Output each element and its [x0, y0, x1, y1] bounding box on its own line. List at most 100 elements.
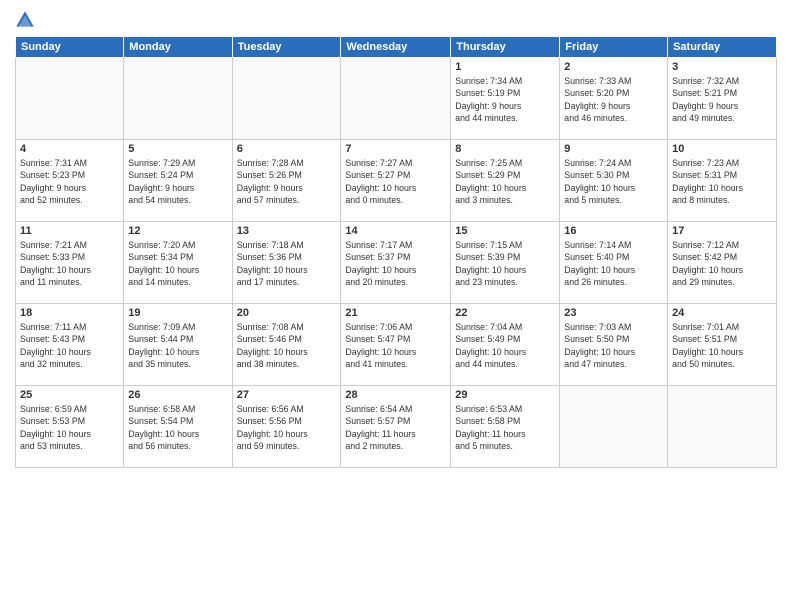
day-info: Sunrise: 7:34 AM Sunset: 5:19 PM Dayligh…: [455, 75, 555, 124]
calendar-body: 1Sunrise: 7:34 AM Sunset: 5:19 PM Daylig…: [16, 58, 777, 468]
day-cell: 28 Sunrise: 6:54 AM Sunset: 5:57 PM Dayli…: [341, 386, 451, 468]
day-info: Sunrise: 7:09 AM Sunset: 5:44 PM Dayligh…: [128, 321, 227, 370]
day-number: 15: [455, 225, 555, 237]
col-header-wednesday: Wednesday: [341, 37, 451, 58]
day-info: Sunrise: 7:03 AM Sunset: 5:50 PM Dayligh…: [564, 321, 663, 370]
day-info: Sunrise: 7:24 AM Sunset: 5:30 PM Dayligh…: [564, 157, 663, 206]
day-cell: 5 Sunrise: 7:29 AM Sunset: 5:24 PM Daylig…: [124, 140, 232, 222]
calendar-table: SundayMondayTuesdayWednesdayThursdayFrid…: [15, 36, 777, 468]
logo-icon: [15, 10, 35, 30]
day-cell: 7 Sunrise: 7:27 AM Sunset: 5:27 PM Daylig…: [341, 140, 451, 222]
day-cell: 15 Sunrise: 7:15 AM Sunset: 5:39 PM Dayli…: [451, 222, 560, 304]
day-number: 29: [455, 389, 555, 401]
day-number: 11: [20, 225, 119, 237]
day-number: 14: [345, 225, 446, 237]
day-number: 2: [564, 61, 663, 73]
day-number: 7: [345, 143, 446, 155]
day-info: Sunrise: 6:58 AM Sunset: 5:54 PM Dayligh…: [128, 403, 227, 452]
day-cell: 2 Sunrise: 7:33 AM Sunset: 5:20 PM Daylig…: [560, 58, 668, 140]
day-cell: 3Sunrise: 7:32 AM Sunset: 5:21 PM Daylig…: [668, 58, 777, 140]
day-number: 23: [564, 307, 663, 319]
day-cell: [124, 58, 232, 140]
header-row: SundayMondayTuesdayWednesdayThursdayFrid…: [16, 37, 777, 58]
day-info: Sunrise: 7:25 AM Sunset: 5:29 PM Dayligh…: [455, 157, 555, 206]
col-header-monday: Monday: [124, 37, 232, 58]
day-cell: 23 Sunrise: 7:03 AM Sunset: 5:50 PM Dayli…: [560, 304, 668, 386]
day-number: 24: [672, 307, 772, 319]
day-cell: 19 Sunrise: 7:09 AM Sunset: 5:44 PM Dayli…: [124, 304, 232, 386]
day-info: Sunrise: 7:15 AM Sunset: 5:39 PM Dayligh…: [455, 239, 555, 288]
day-number: 5: [128, 143, 227, 155]
day-info: Sunrise: 6:59 AM Sunset: 5:53 PM Dayligh…: [20, 403, 119, 452]
day-cell: [16, 58, 124, 140]
day-cell: 29 Sunrise: 6:53 AM Sunset: 5:58 PM Dayli…: [451, 386, 560, 468]
day-number: 26: [128, 389, 227, 401]
day-cell: 14 Sunrise: 7:17 AM Sunset: 5:37 PM Dayli…: [341, 222, 451, 304]
day-info: Sunrise: 6:53 AM Sunset: 5:58 PM Dayligh…: [455, 403, 555, 452]
day-number: 17: [672, 225, 772, 237]
day-cell: 10 Sunrise: 7:23 AM Sunset: 5:31 PM Dayli…: [668, 140, 777, 222]
day-cell: [668, 386, 777, 468]
calendar-header: SundayMondayTuesdayWednesdayThursdayFrid…: [16, 37, 777, 58]
day-cell: 6 Sunrise: 7:28 AM Sunset: 5:26 PM Daylig…: [232, 140, 341, 222]
day-info: Sunrise: 7:04 AM Sunset: 5:49 PM Dayligh…: [455, 321, 555, 370]
day-number: 25: [20, 389, 119, 401]
day-number: 6: [237, 143, 337, 155]
day-info: Sunrise: 7:11 AM Sunset: 5:43 PM Dayligh…: [20, 321, 119, 370]
day-info: Sunrise: 7:31 AM Sunset: 5:23 PM Dayligh…: [20, 157, 119, 206]
day-number: 4: [20, 143, 119, 155]
day-number: 8: [455, 143, 555, 155]
day-cell: 9 Sunrise: 7:24 AM Sunset: 5:30 PM Daylig…: [560, 140, 668, 222]
day-cell: 12Sunrise: 7:20 AM Sunset: 5:34 PM Dayli…: [124, 222, 232, 304]
day-info: Sunrise: 7:14 AM Sunset: 5:40 PM Dayligh…: [564, 239, 663, 288]
day-number: 9: [564, 143, 663, 155]
day-cell: 4 Sunrise: 7:31 AM Sunset: 5:23 PM Daylig…: [16, 140, 124, 222]
day-cell: 24Sunrise: 7:01 AM Sunset: 5:51 PM Dayli…: [668, 304, 777, 386]
col-header-saturday: Saturday: [668, 37, 777, 58]
day-number: 28: [345, 389, 446, 401]
day-info: Sunrise: 7:27 AM Sunset: 5:27 PM Dayligh…: [345, 157, 446, 206]
header: [15, 10, 777, 30]
page: SundayMondayTuesdayWednesdayThursdayFrid…: [0, 0, 792, 612]
col-header-tuesday: Tuesday: [232, 37, 341, 58]
day-number: 27: [237, 389, 337, 401]
day-cell: 25 Sunrise: 6:59 AM Sunset: 5:53 PM Dayli…: [16, 386, 124, 468]
day-number: 21: [345, 307, 446, 319]
day-number: 12: [128, 225, 227, 237]
week-row-4: 18 Sunrise: 7:11 AM Sunset: 5:43 PM Dayli…: [16, 304, 777, 386]
day-number: 3: [672, 61, 772, 73]
day-cell: 16 Sunrise: 7:14 AM Sunset: 5:40 PM Dayli…: [560, 222, 668, 304]
logo: [15, 10, 39, 30]
day-info: Sunrise: 7:28 AM Sunset: 5:26 PM Dayligh…: [237, 157, 337, 206]
day-cell: 13Sunrise: 7:18 AM Sunset: 5:36 PM Dayli…: [232, 222, 341, 304]
day-cell: 1Sunrise: 7:34 AM Sunset: 5:19 PM Daylig…: [451, 58, 560, 140]
week-row-5: 25 Sunrise: 6:59 AM Sunset: 5:53 PM Dayli…: [16, 386, 777, 468]
day-cell: [341, 58, 451, 140]
day-info: Sunrise: 7:12 AM Sunset: 5:42 PM Dayligh…: [672, 239, 772, 288]
day-cell: [560, 386, 668, 468]
day-number: 16: [564, 225, 663, 237]
day-cell: [232, 58, 341, 140]
day-info: Sunrise: 7:08 AM Sunset: 5:46 PM Dayligh…: [237, 321, 337, 370]
day-number: 18: [20, 307, 119, 319]
day-cell: 8 Sunrise: 7:25 AM Sunset: 5:29 PM Daylig…: [451, 140, 560, 222]
day-cell: 18 Sunrise: 7:11 AM Sunset: 5:43 PM Dayli…: [16, 304, 124, 386]
day-info: Sunrise: 7:06 AM Sunset: 5:47 PM Dayligh…: [345, 321, 446, 370]
day-cell: 26 Sunrise: 6:58 AM Sunset: 5:54 PM Dayli…: [124, 386, 232, 468]
week-row-2: 4 Sunrise: 7:31 AM Sunset: 5:23 PM Daylig…: [16, 140, 777, 222]
day-info: Sunrise: 7:23 AM Sunset: 5:31 PM Dayligh…: [672, 157, 772, 206]
week-row-3: 11 Sunrise: 7:21 AM Sunset: 5:33 PM Dayli…: [16, 222, 777, 304]
day-cell: 11 Sunrise: 7:21 AM Sunset: 5:33 PM Dayli…: [16, 222, 124, 304]
day-number: 19: [128, 307, 227, 319]
day-info: Sunrise: 7:33 AM Sunset: 5:20 PM Dayligh…: [564, 75, 663, 124]
day-number: 20: [237, 307, 337, 319]
day-cell: 21 Sunrise: 7:06 AM Sunset: 5:47 PM Dayli…: [341, 304, 451, 386]
day-info: Sunrise: 7:29 AM Sunset: 5:24 PM Dayligh…: [128, 157, 227, 206]
day-number: 10: [672, 143, 772, 155]
day-cell: 27 Sunrise: 6:56 AM Sunset: 5:56 PM Dayli…: [232, 386, 341, 468]
day-info: Sunrise: 7:17 AM Sunset: 5:37 PM Dayligh…: [345, 239, 446, 288]
day-info: Sunrise: 6:54 AM Sunset: 5:57 PM Dayligh…: [345, 403, 446, 452]
day-cell: 20 Sunrise: 7:08 AM Sunset: 5:46 PM Dayli…: [232, 304, 341, 386]
day-info: Sunrise: 6:56 AM Sunset: 5:56 PM Dayligh…: [237, 403, 337, 452]
day-info: Sunrise: 7:21 AM Sunset: 5:33 PM Dayligh…: [20, 239, 119, 288]
